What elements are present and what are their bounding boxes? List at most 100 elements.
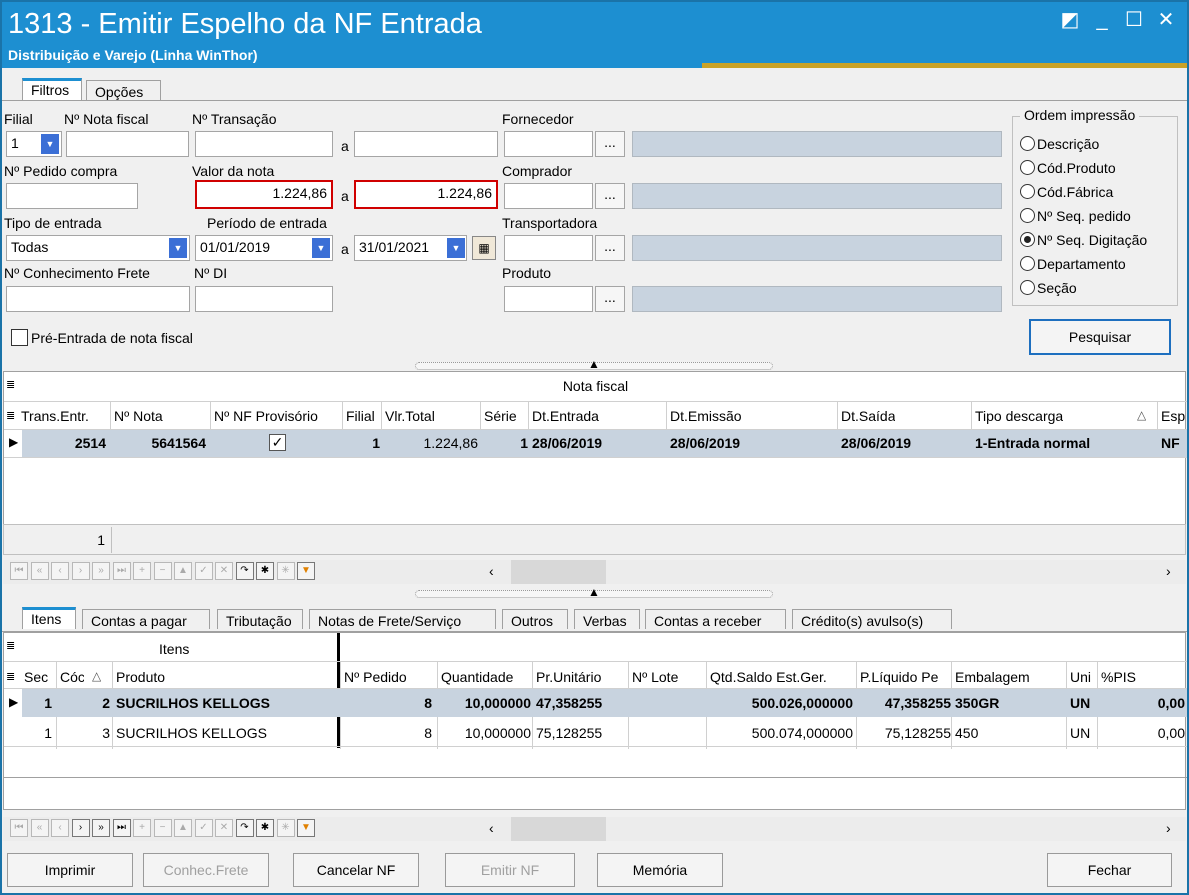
valor-de-input[interactable]: 1.224,86 bbox=[195, 180, 333, 209]
tab-filtros[interactable]: Filtros bbox=[22, 78, 82, 100]
sort-asc-icon[interactable]: △ bbox=[92, 669, 101, 683]
nav-post-icon[interactable]: ✓ bbox=[194, 819, 213, 837]
item-header-cell[interactable]: Qtd.Saldo Est.Ger. bbox=[710, 669, 827, 685]
nav-first-record-icon[interactable]: ⏮ bbox=[10, 562, 28, 580]
grid-menu-icon[interactable]: ≣ bbox=[6, 409, 15, 422]
transacao-ate-input[interactable] bbox=[354, 131, 498, 157]
radio-departamento[interactable]: Departamento bbox=[1020, 256, 1126, 272]
di-input[interactable] bbox=[195, 286, 333, 312]
nav-refresh-icon[interactable]: ↷ bbox=[235, 562, 254, 580]
radio-c-d-produto[interactable]: Cód.Produto bbox=[1020, 160, 1116, 176]
tab-itens[interactable]: Itens bbox=[22, 607, 76, 629]
transacao-de-input[interactable] bbox=[195, 131, 333, 157]
tab-notas-de-frete-servi-o[interactable]: Notas de Frete/Serviço bbox=[309, 609, 496, 629]
calendar-icon[interactable]: ▦ bbox=[472, 236, 496, 260]
nf-header-cell[interactable]: Trans.Entr. bbox=[21, 408, 89, 424]
fechar-button[interactable]: Fechar bbox=[1047, 853, 1172, 887]
provisorio-checkbox[interactable]: ✓ bbox=[269, 434, 286, 451]
nav-goto-bookmark-icon[interactable]: ✳ bbox=[276, 819, 295, 837]
nav-delete-icon[interactable]: − bbox=[153, 562, 172, 580]
close-button[interactable]: ✕ bbox=[1151, 8, 1181, 32]
item-header-cell[interactable]: %PIS bbox=[1101, 669, 1136, 685]
tab-contas-a-receber[interactable]: Contas a receber bbox=[645, 609, 786, 629]
tab-verbas[interactable]: Verbas bbox=[574, 609, 640, 629]
nav-delete-icon[interactable]: − bbox=[153, 819, 172, 837]
tab-cr-dito-s-avulso-s-[interactable]: Crédito(s) avulso(s) bbox=[792, 609, 952, 629]
produto-lookup-button[interactable]: ... bbox=[595, 286, 625, 312]
scroll-left-icon[interactable]: ‹ bbox=[489, 563, 494, 579]
item-header-cell[interactable]: Embalagem bbox=[955, 669, 1030, 685]
transportadora-code-input[interactable] bbox=[504, 235, 593, 261]
nf-header-cell[interactable]: Nº NF Provisório bbox=[214, 408, 318, 424]
nav-next-page-icon[interactable]: » bbox=[92, 562, 110, 580]
scroll-right-icon[interactable]: › bbox=[1166, 563, 1171, 579]
nav-next-page-icon[interactable]: » bbox=[92, 819, 110, 837]
tab-outros[interactable]: Outros bbox=[502, 609, 568, 629]
pedido-compra-input[interactable] bbox=[6, 183, 138, 209]
nav-last-record-icon[interactable]: ⏭ bbox=[112, 819, 131, 837]
produto-code-input[interactable] bbox=[504, 286, 593, 312]
nf-header-cell[interactable]: Nº Nota bbox=[114, 408, 163, 424]
chevron-up-icon[interactable]: ▲ bbox=[588, 585, 600, 599]
chevron-down-icon[interactable]: ▼ bbox=[41, 134, 59, 154]
fornecedor-lookup-button[interactable]: ... bbox=[595, 131, 625, 157]
transportadora-lookup-button[interactable]: ... bbox=[595, 235, 625, 261]
pesquisar-button[interactable]: Pesquisar bbox=[1029, 319, 1171, 355]
emitir-nf-button[interactable]: Emitir NF bbox=[445, 853, 575, 887]
conhec-frete-button[interactable]: Conhec.Frete bbox=[143, 853, 269, 887]
chevron-down-icon[interactable]: ▼ bbox=[169, 238, 187, 258]
nav-next-record-icon[interactable]: › bbox=[71, 819, 90, 837]
nav-cancel-icon[interactable]: ✕ bbox=[215, 819, 233, 837]
radio-c-d-f-brica[interactable]: Cód.Fábrica bbox=[1020, 184, 1113, 200]
nav-edit-icon[interactable]: ▲ bbox=[174, 819, 192, 837]
item-header-cell[interactable]: Nº Lote bbox=[632, 669, 678, 685]
nav-prev-page-icon[interactable]: « bbox=[30, 819, 49, 837]
nav-post-icon[interactable]: ✓ bbox=[194, 562, 213, 580]
pre-entrada-checkbox[interactable] bbox=[11, 329, 28, 346]
scroll-right-icon[interactable]: › bbox=[1166, 820, 1171, 836]
sort-asc-icon[interactable]: △ bbox=[1137, 408, 1146, 422]
item-header-cell[interactable]: Quantidade bbox=[441, 669, 513, 685]
item-header-cell[interactable]: Produto bbox=[116, 669, 165, 685]
nf-header-cell[interactable]: Tipo descarga bbox=[975, 408, 1063, 424]
nav-last-record-icon[interactable]: ⏭ bbox=[112, 562, 131, 580]
nav-bookmark-icon[interactable]: ✱ bbox=[256, 562, 274, 580]
horizontal-scrollbar-thumb[interactable] bbox=[511, 817, 606, 841]
minimize-button[interactable]: _ bbox=[1087, 8, 1117, 32]
nav-filter-icon[interactable]: ▼ bbox=[297, 562, 315, 580]
radio-se-o[interactable]: Seção bbox=[1020, 280, 1077, 296]
tab-opcoes[interactable]: Opções bbox=[86, 80, 161, 100]
nf-header-cell[interactable]: Dt.Emissão bbox=[670, 408, 742, 424]
horizontal-scrollbar-thumb[interactable] bbox=[511, 560, 606, 584]
cancelar-nf-button[interactable]: Cancelar NF bbox=[293, 853, 419, 887]
radio-n-seq-pedido[interactable]: Nº Seq. pedido bbox=[1020, 208, 1131, 224]
item-header-cell[interactable]: Nº Pedido bbox=[344, 669, 407, 685]
nav-filter-icon[interactable]: ▼ bbox=[297, 819, 315, 837]
fornecedor-code-input[interactable] bbox=[504, 131, 593, 157]
valor-ate-input[interactable]: 1.224,86 bbox=[354, 180, 498, 209]
maximize-button[interactable]: ☐ bbox=[1119, 8, 1149, 32]
nf-header-cell[interactable]: Série bbox=[484, 408, 517, 424]
restore-icon[interactable]: ◩ bbox=[1055, 8, 1085, 32]
nf-header-cell[interactable]: Vlr.Total bbox=[385, 408, 435, 424]
nav-prev-record-icon[interactable]: ‹ bbox=[51, 562, 69, 580]
nav-first-record-icon[interactable]: ⏮ bbox=[10, 819, 28, 837]
radio-n-seq-digita-o[interactable]: Nº Seq. Digitação bbox=[1020, 232, 1147, 248]
nav-insert-icon[interactable]: + bbox=[133, 819, 151, 837]
nav-prev-record-icon[interactable]: ‹ bbox=[51, 819, 69, 837]
grid-menu-icon[interactable]: ≣ bbox=[6, 670, 15, 683]
tipo-entrada-select[interactable]: Todas bbox=[6, 235, 190, 261]
item-header-cell[interactable]: P.Líquido Pe bbox=[860, 669, 938, 685]
nav-goto-bookmark-icon[interactable]: ✳ bbox=[276, 562, 295, 580]
nav-insert-icon[interactable]: + bbox=[133, 562, 151, 580]
grid-menu-icon[interactable]: ≣ bbox=[6, 639, 15, 652]
tab-contas-a-pagar[interactable]: Contas a pagar bbox=[82, 609, 210, 629]
nav-bookmark-icon[interactable]: ✱ bbox=[256, 819, 274, 837]
item-header-cell[interactable]: Pr.Unitário bbox=[536, 669, 601, 685]
chevron-down-icon[interactable]: ▼ bbox=[447, 238, 465, 258]
item-header-cell[interactable]: Uni bbox=[1070, 669, 1091, 685]
nf-header-cell[interactable]: Dt.Saída bbox=[841, 408, 895, 424]
scroll-left-icon[interactable]: ‹ bbox=[489, 820, 494, 836]
nota-fiscal-input[interactable] bbox=[66, 131, 189, 157]
comprador-lookup-button[interactable]: ... bbox=[595, 183, 625, 209]
